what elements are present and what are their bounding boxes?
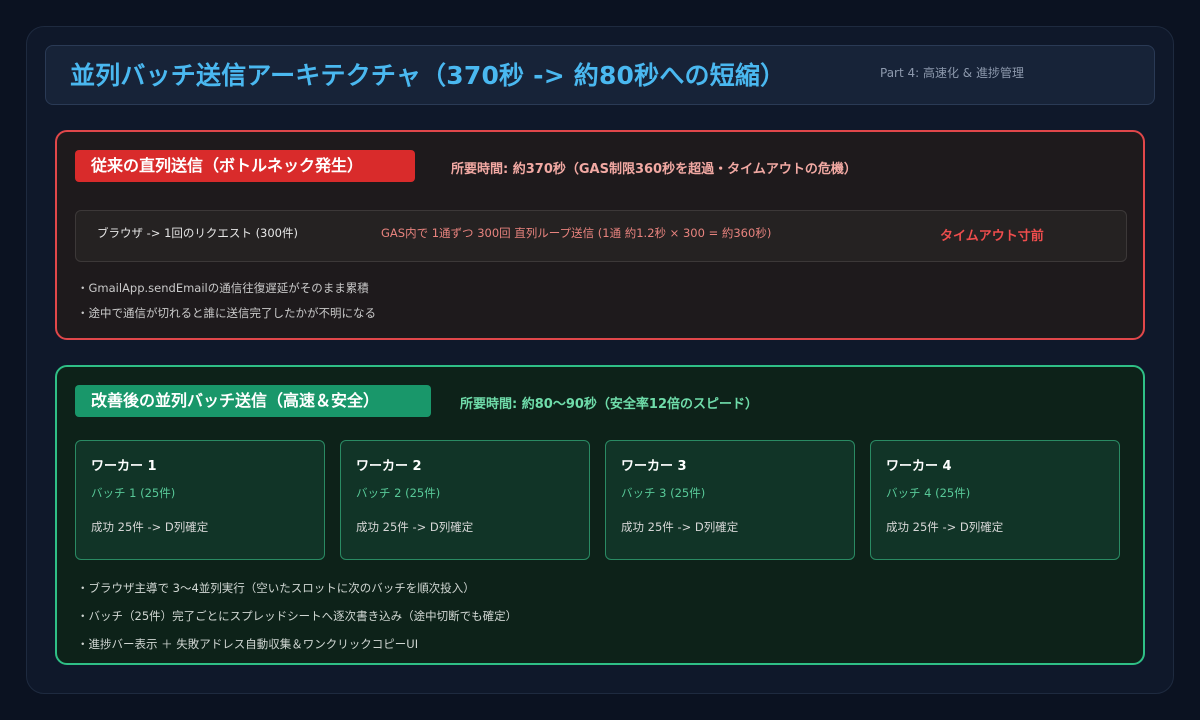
worker-result: 成功 25件 -> D列確定	[621, 520, 739, 534]
worker-name: ワーカー 3	[621, 459, 687, 474]
parallel-send-section: 改善後の並列バッチ送信（高速＆安全） 所要時間: 約80〜90秒（安全率12倍の…	[55, 365, 1145, 665]
worker-batch: バッチ 3 (25件)	[621, 486, 706, 500]
worker-name: ワーカー 1	[91, 459, 157, 474]
worker-name: ワーカー 4	[886, 459, 952, 474]
serial-flow-box: ブラウザ -> 1回のリクエスト (300件) GAS内で 1通ずつ 300回 …	[75, 210, 1127, 262]
flow-browser-request: ブラウザ -> 1回のリクエスト (300件)	[97, 226, 298, 240]
serial-bullet-1: ・GmailApp.sendEmailの通信往復遅延がそのまま累積	[77, 281, 369, 295]
worker-batch: バッチ 2 (25件)	[356, 486, 441, 500]
serial-send-section: 従来の直列送信（ボトルネック発生） 所要時間: 約370秒（GAS制限360秒を…	[55, 130, 1145, 340]
worker-card-2: ワーカー 2 バッチ 2 (25件) 成功 25件 -> D列確定	[340, 440, 590, 560]
serial-send-badge: 従来の直列送信（ボトルネック発生）	[75, 150, 415, 182]
worker-result: 成功 25件 -> D列確定	[356, 520, 474, 534]
flow-gas-loop: GAS内で 1通ずつ 300回 直列ループ送信 (1通 約1.2秒 × 300 …	[381, 226, 772, 240]
worker-name: ワーカー 2	[356, 459, 422, 474]
serial-send-time: 所要時間: 約370秒（GAS制限360秒を超過・タイムアウトの危機）	[451, 162, 857, 177]
parallel-bullet-3: ・進捗バー表示 ＋ 失敗アドレス自動収集＆ワンクリックコピーUI	[77, 637, 419, 651]
serial-bullet-2: ・途中で通信が切れると誰に送信完了したかが不明になる	[77, 306, 376, 320]
worker-card-1: ワーカー 1 バッチ 1 (25件) 成功 25件 -> D列確定	[75, 440, 325, 560]
timeout-warning: タイムアウト寸前	[940, 229, 1044, 244]
parallel-send-badge: 改善後の並列バッチ送信（高速＆安全）	[75, 385, 431, 417]
worker-result: 成功 25件 -> D列確定	[91, 520, 209, 534]
part-label: Part 4: 高速化 & 進捗管理	[880, 66, 1024, 80]
parallel-send-time: 所要時間: 約80〜90秒（安全率12倍のスピード）	[460, 397, 758, 412]
parallel-bullet-2: ・バッチ（25件）完了ごとにスプレッドシートへ逐次書き込み（途中切断でも確定）	[77, 609, 518, 623]
worker-result: 成功 25件 -> D列確定	[886, 520, 1004, 534]
worker-batch: バッチ 4 (25件)	[886, 486, 971, 500]
parallel-bullet-1: ・ブラウザ主導で 3〜4並列実行（空いたスロットに次のバッチを順次投入）	[77, 581, 475, 595]
page-title: 並列バッチ送信アーキテクチャ（370秒 -> 約80秒への短縮）	[70, 61, 786, 90]
worker-batch: バッチ 1 (25件)	[91, 486, 176, 500]
worker-card-3: ワーカー 3 バッチ 3 (25件) 成功 25件 -> D列確定	[605, 440, 855, 560]
header-bar: 並列バッチ送信アーキテクチャ（370秒 -> 約80秒への短縮） Part 4:…	[45, 45, 1155, 105]
worker-card-4: ワーカー 4 バッチ 4 (25件) 成功 25件 -> D列確定	[870, 440, 1120, 560]
